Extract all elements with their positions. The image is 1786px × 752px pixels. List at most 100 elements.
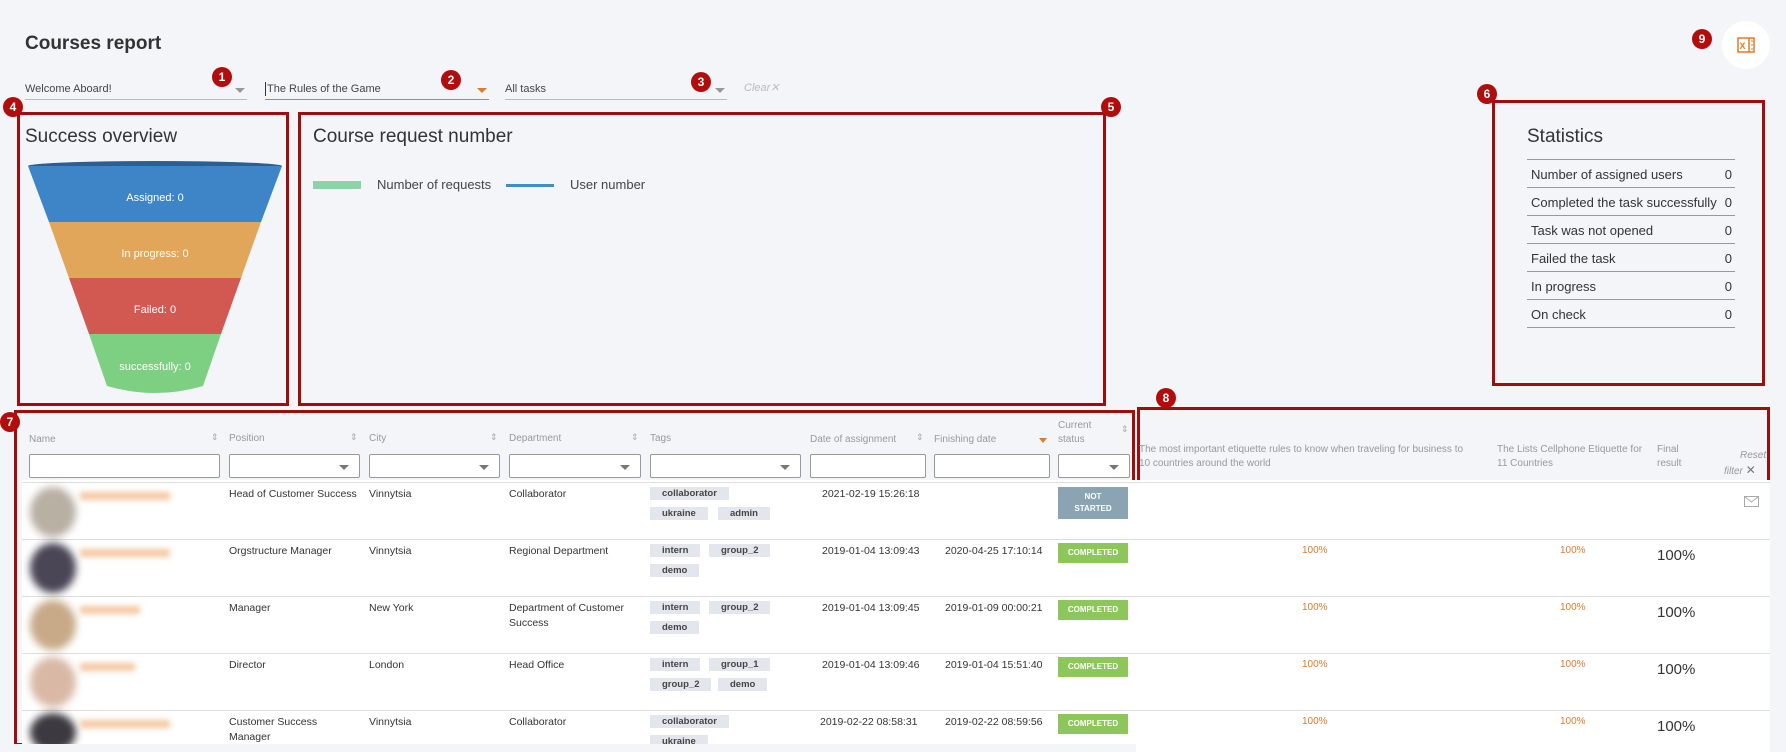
user-name-blurred[interactable] — [80, 663, 135, 671]
annotation-badge-7: 7 — [0, 412, 20, 432]
user-name-blurred[interactable] — [80, 606, 140, 614]
chevron-down-icon — [339, 465, 349, 470]
tag-chip: group_2 — [650, 678, 712, 691]
city-filter-select[interactable] — [369, 454, 500, 478]
horizontal-scrollbar[interactable] — [1136, 744, 1770, 752]
tag-chip: demo — [650, 621, 700, 634]
tag-chip: group_2 — [709, 544, 771, 557]
avatar — [30, 487, 76, 537]
stats-label: Task was not opened — [1531, 223, 1654, 238]
position-cell: Manager — [229, 602, 271, 614]
clear-filters-button[interactable]: Clear✕ — [744, 81, 780, 94]
sort-icon[interactable]: ⇕ — [916, 432, 924, 443]
reset-filter-button[interactable]: filter ✕ — [1724, 463, 1756, 477]
final-result: 100% — [1657, 718, 1696, 735]
city-cell: New York — [369, 602, 414, 614]
statistics-title: Statistics — [1527, 126, 1604, 147]
annotation-box-course-requests — [298, 112, 1106, 406]
annotation-badge-8: 8 — [1156, 388, 1176, 408]
column-header-status-line2[interactable]: status — [1058, 433, 1085, 446]
status-badge: COMPLETED — [1058, 714, 1128, 734]
sort-icon[interactable]: ⇕ — [490, 432, 498, 443]
department-cell: Collaborator — [509, 488, 567, 500]
stats-value: 0 — [1724, 307, 1732, 322]
etiquette-score: 100% — [1302, 545, 1328, 556]
sort-icon[interactable]: ⇕ — [350, 432, 358, 443]
status-line2: STARTED — [1074, 504, 1112, 513]
cellphone-score: 100% — [1560, 602, 1586, 613]
column-header-finishing-date[interactable]: Finishing date — [934, 433, 996, 446]
avatar — [30, 543, 76, 593]
date-assigned-cell: 2019-01-04 13:09:43 — [822, 545, 920, 557]
department-cell: Collaborator — [509, 716, 567, 728]
avatar — [30, 657, 76, 707]
department-cell-line2: Success — [509, 617, 549, 629]
department-filter-select[interactable] — [509, 454, 641, 478]
tag-chip: ukraine — [650, 507, 708, 520]
stats-label: Failed the task — [1531, 251, 1616, 266]
funnel-label-successfully: successfully: 0 — [119, 361, 191, 373]
user-name-blurred[interactable] — [80, 492, 170, 500]
column-header-city[interactable]: City — [369, 432, 386, 445]
status-badge: NOT STARTED — [1058, 487, 1128, 519]
position-filter-select[interactable] — [229, 454, 360, 478]
tag-chip: demo — [650, 564, 700, 577]
tags-filter-select[interactable] — [650, 454, 801, 478]
department-cell: Department of Customer — [509, 602, 624, 614]
sort-icon[interactable]: ⇕ — [1121, 424, 1129, 435]
legend-label-requests: Number of requests — [377, 177, 492, 192]
user-name-blurred[interactable] — [80, 720, 170, 728]
name-filter-input[interactable] — [29, 454, 220, 478]
column-header-cellphone-line1: The Lists Cellphone Etiquette for — [1497, 444, 1643, 455]
position-cell-line2: Manager — [229, 731, 271, 743]
legend-swatch-requests — [313, 181, 361, 189]
tag-chip: intern — [650, 601, 701, 614]
stats-label: On check — [1531, 307, 1586, 322]
column-header-date-assigned[interactable]: Date of assignment — [810, 433, 896, 446]
finishing-date-cell: 2020-04-25 17:10:14 — [945, 545, 1043, 557]
status-filter-select[interactable] — [1058, 454, 1130, 478]
column-header-final-line2: result — [1657, 458, 1682, 469]
column-header-status-line1[interactable]: Current — [1058, 419, 1091, 432]
stats-value: 0 — [1724, 279, 1732, 294]
date-assigned-cell: 2019-01-04 13:09:46 — [822, 659, 920, 671]
sort-icon[interactable]: ⇕ — [631, 432, 639, 443]
page-title: Courses report — [25, 33, 162, 54]
stats-row: Number of assigned users 0 — [1527, 160, 1735, 188]
department-cell: Head Office — [509, 659, 565, 671]
tag-chip: intern — [650, 658, 701, 671]
finishing-date-filter-input[interactable] — [934, 454, 1050, 478]
column-header-department[interactable]: Department — [509, 432, 561, 445]
chevron-down-icon — [479, 465, 489, 470]
stats-row: Failed the task 0 — [1527, 244, 1735, 272]
stats-value: 0 — [1724, 167, 1732, 182]
final-result: 100% — [1657, 661, 1696, 678]
mail-icon[interactable] — [1744, 496, 1759, 507]
close-icon: ✕ — [770, 82, 780, 94]
excel-icon: X — [1737, 37, 1755, 53]
user-name-blurred[interactable] — [80, 549, 170, 557]
tag-chip: group_1 — [709, 658, 771, 671]
clear-label: Clear — [744, 82, 771, 94]
svg-text:X: X — [1740, 41, 1746, 51]
export-excel-button[interactable]: X — [1722, 21, 1770, 69]
position-cell: Director — [229, 659, 266, 671]
funnel-label-assigned: Assigned: 0 — [126, 192, 184, 204]
column-header-name[interactable]: Name — [29, 433, 56, 446]
etiquette-score: 100% — [1302, 716, 1328, 727]
department-cell: Regional Department — [509, 545, 609, 557]
reset-filter-line2: filter — [1724, 466, 1743, 477]
tag-chip: admin — [718, 507, 770, 520]
stats-value: 0 — [1724, 195, 1732, 210]
final-result: 100% — [1657, 547, 1696, 564]
chevron-down-icon — [235, 88, 245, 93]
tag-chip: demo — [718, 678, 768, 691]
sort-icon[interactable]: ⇕ — [211, 432, 219, 443]
column-header-final-line1: Final — [1657, 444, 1679, 455]
column-header-position[interactable]: Position — [229, 432, 265, 445]
chevron-down-icon — [620, 465, 630, 470]
sort-desc-icon[interactable] — [1039, 438, 1047, 443]
success-overview-title: Success overview — [25, 126, 178, 147]
reset-filter-line1[interactable]: Reset — [1740, 449, 1766, 462]
date-assigned-filter-input[interactable] — [810, 454, 926, 478]
